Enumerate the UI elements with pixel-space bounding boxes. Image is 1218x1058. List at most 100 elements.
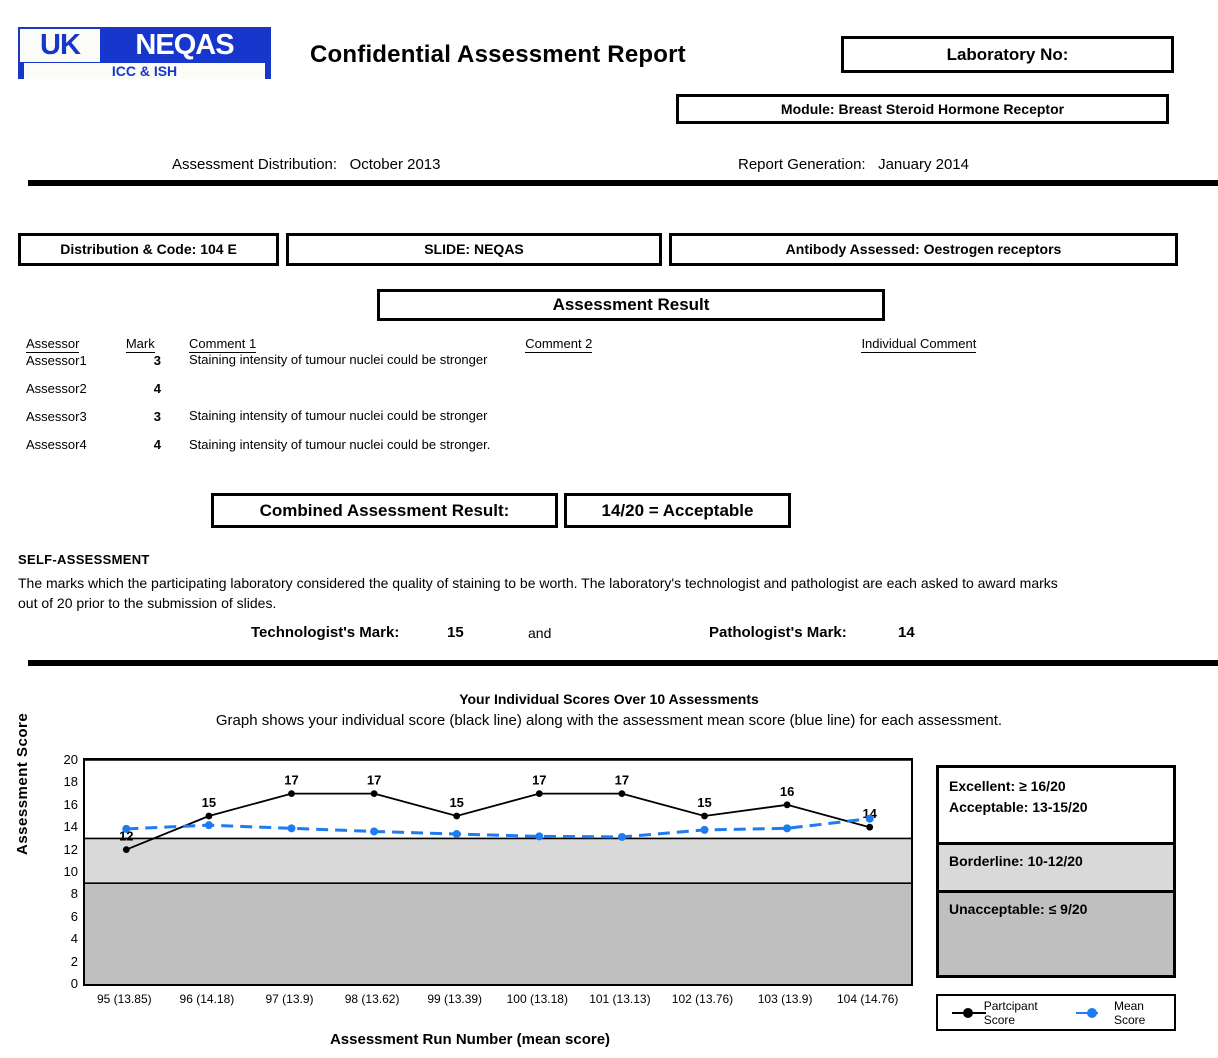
chart-data-label: 15 — [697, 795, 711, 810]
graph-section-divider — [28, 660, 1218, 666]
x-axis-title: Assessment Run Number (mean score) — [329, 1031, 611, 1048]
chart-data-point — [783, 824, 792, 833]
module-box: Module: Breast Steroid Hormone Receptor — [676, 94, 1169, 124]
chart-data-point — [122, 824, 131, 833]
report-generation-value: January 2014 — [878, 156, 969, 173]
y-tick-label: 0 — [70, 976, 78, 991]
legend-label-participant: Partcipant Score — [983, 998, 1038, 1027]
y-axis-title: Assessment Score — [14, 712, 31, 855]
y-tick-label: 14 — [63, 819, 78, 835]
self-assessment-title: SELF-ASSESSMENT — [18, 552, 150, 567]
and-connector: and — [528, 625, 552, 641]
legend-entry-participant: Partcipant Score — [952, 999, 1066, 1027]
y-tick-label: 16 — [63, 796, 78, 812]
chart-data-label: 17 — [532, 773, 546, 788]
table-row: Assessor4 4 Staining intensity of tumour… — [26, 437, 1106, 465]
chart-band — [85, 883, 911, 984]
x-tick-label: 104 (14.76) — [836, 992, 899, 1006]
cell-comment2 — [525, 437, 861, 465]
x-tick-label: 96 (14.18) — [179, 992, 235, 1006]
grade-band-unacceptable: Unacceptable: ≤ 9/20 — [939, 893, 1173, 975]
chart-data-point — [866, 823, 874, 831]
x-tick-label: 95 (13.85) — [96, 992, 152, 1006]
col-header-assessor: Assessor — [26, 336, 80, 353]
cell-individual-comment — [861, 381, 1106, 409]
page-title: Confidential Assessment Report — [310, 41, 686, 68]
chart-data-label: 16 — [780, 784, 794, 799]
cell-individual-comment — [861, 409, 1106, 437]
cell-assessor: Assessor1 — [26, 353, 87, 368]
chart-data-point — [205, 812, 213, 820]
grading-legend: Excellent: ≥ 16/20 Acceptable: 13-15/20 … — [936, 765, 1176, 978]
cell-comment2 — [525, 353, 861, 381]
cell-assessor: Assessor3 — [26, 409, 87, 424]
grade-acceptable-label: Acceptable: 13-15/20 — [949, 799, 1088, 815]
assessment-result-heading: Assessment Result — [377, 289, 885, 321]
legend-entry-mean: Mean Score — [1076, 999, 1174, 1027]
participant-line-icon — [952, 1007, 986, 1019]
chart-data-point — [287, 824, 296, 833]
chart-data-label: 17 — [615, 773, 629, 788]
cell-mark: 4 — [153, 437, 162, 452]
chart-plot-area: 12 15 17 17 15 17 17 15 16 14 — [83, 758, 913, 986]
pathologist-mark-label: Pathologist's Mark: — [709, 624, 847, 641]
y-tick-label: 18 — [63, 774, 78, 790]
x-axis-ticks: 95 (13.85) 96 (14.18) 97 (13.9) 98 (13.62) 9… — [83, 992, 913, 1012]
cell-individual-comment — [861, 353, 1106, 381]
x-tick-label: 103 (13.9) — [757, 992, 813, 1006]
x-tick-label: 97 (13.9) — [265, 992, 314, 1006]
antibody-assessed-box: Antibody Assessed: Oestrogen receptors — [669, 233, 1178, 266]
uk-neqas-logo: UK NEQAS ICC & ISH — [18, 27, 271, 79]
chart-data-label: 15 — [202, 795, 216, 810]
report-generation: Report Generation: January 2014 — [738, 156, 969, 173]
chart-data-point — [122, 846, 130, 853]
col-header-comment1: Comment 1 — [189, 336, 257, 353]
y-tick-label: 4 — [70, 931, 78, 947]
chart-svg: 121517 171517 17151614 — [85, 759, 911, 984]
combined-assessment-result-value: 14/20 = Acceptable — [564, 493, 791, 528]
graph-title: Your Individual Scores Over 10 Assessmen… — [459, 691, 759, 707]
chart-data-point — [204, 821, 213, 830]
chart-data-point — [865, 814, 874, 823]
y-tick-label: 20 — [63, 752, 78, 767]
cell-comment2 — [525, 381, 861, 409]
chart-data-point — [617, 832, 626, 841]
chart-data-point — [535, 790, 543, 797]
chart-data-point — [535, 832, 544, 841]
cell-comment1: Staining intensity of tumour nuclei coul… — [189, 409, 488, 423]
y-tick-label: 2 — [70, 953, 78, 969]
assessment-distribution-label: Assessment Distribution: — [172, 156, 338, 173]
chart-data-point — [370, 790, 378, 797]
legend-label-mean: Mean Score — [1113, 998, 1146, 1027]
chart-data-point — [453, 812, 461, 820]
x-tick-label: 102 (13.76) — [671, 992, 734, 1006]
self-assessment-description: The marks which the participating labora… — [18, 575, 1058, 611]
chart-data-point — [701, 812, 708, 820]
chart-data-label: 17 — [284, 773, 298, 788]
technologist-mark-value: 15 — [447, 624, 464, 641]
chart-data-point — [370, 827, 379, 836]
pathologist-mark-value: 14 — [898, 624, 915, 641]
table-row: Assessor1 3 Staining intensity of tumour… — [26, 353, 1106, 381]
grade-band-borderline: Borderline: 10-12/20 — [939, 845, 1173, 893]
chart-band — [85, 838, 911, 884]
chart-data-point — [452, 830, 461, 839]
col-header-mark: Mark — [125, 336, 155, 353]
y-tick-label: 8 — [70, 886, 78, 902]
y-tick-label: 10 — [63, 864, 78, 879]
combined-assessment-result-label: Combined Assessment Result: — [211, 493, 558, 528]
chart-data-point — [288, 790, 295, 797]
report-generation-label: Report Generation: — [738, 156, 866, 173]
assessment-distribution: Assessment Distribution: October 2013 — [172, 156, 440, 173]
cell-comment2 — [525, 409, 861, 437]
cell-mark: 3 — [153, 409, 162, 424]
x-tick-label: 100 (13.18) — [506, 992, 568, 1006]
laboratory-no-box: Laboratory No: — [841, 36, 1174, 73]
cell-assessor: Assessor2 — [26, 381, 87, 396]
y-tick-label: 12 — [63, 841, 78, 857]
assessment-distribution-value: October 2013 — [349, 156, 441, 173]
cell-mark: 4 — [153, 381, 162, 396]
mean-line-icon — [1076, 1007, 1108, 1019]
grade-band-excellent: Excellent: ≥ 16/20 Acceptable: 13-15/20 — [939, 768, 1173, 845]
graph-subtitle: Graph shows your individual score (black… — [215, 712, 1003, 729]
